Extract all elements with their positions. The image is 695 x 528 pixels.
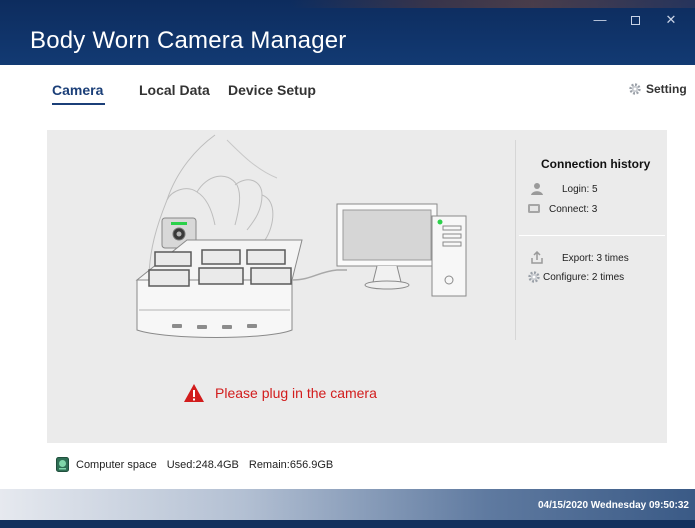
disk-space: Computer space Used:248.4GB Remain:656.9… [56, 457, 333, 472]
connect-count-row: Connect: 3 [527, 202, 597, 216]
export-count-row: Export: 3 times [530, 251, 629, 265]
close-button[interactable]: ✕ [656, 8, 686, 32]
setting-label: Setting [646, 82, 687, 96]
maximize-icon [630, 16, 640, 26]
history-divider [515, 140, 516, 340]
title-bar-accent [290, 0, 695, 8]
tab-camera-label: Camera [52, 82, 104, 98]
active-tab-indicator [52, 103, 105, 105]
configure-count: Configure: 2 times [543, 271, 625, 283]
plug-camera-text: Please plug in the camera [215, 385, 377, 401]
login-count-row: Login: 5 [530, 182, 598, 196]
status-bar: 04/15/2020 Wednesday 09:50:32 [0, 489, 695, 528]
export-count: Export: 3 times [562, 252, 629, 264]
gear-icon [528, 271, 540, 283]
connect-count: Connect: 3 [549, 203, 598, 215]
warning-icon [184, 384, 204, 402]
setting-button[interactable]: Setting [628, 82, 687, 96]
app-title: Body Worn Camera Manager [30, 27, 347, 54]
camera-panel: Connection history Login: 5 Connect: 3 E… [47, 130, 667, 443]
tab-camera[interactable]: Camera [52, 82, 105, 105]
connection-history: Connection history Login: 5 Connect: 3 E… [515, 130, 667, 443]
disk-remain: Remain:656.9GB [248, 458, 334, 471]
gear-icon [629, 83, 641, 95]
history-title: Connection history [541, 157, 651, 171]
disk-label: Computer space [76, 458, 157, 471]
history-separator [519, 235, 665, 236]
monitor-icon [528, 204, 540, 213]
plug-camera-message: Please plug in the camera [183, 383, 377, 403]
hard-drive-icon [56, 457, 69, 472]
status-datetime: 04/15/2020 Wednesday 09:50:32 [537, 500, 689, 511]
title-bar: Body Worn Camera Manager — ✕ [0, 0, 695, 65]
docking-station-illustration [135, 134, 467, 338]
login-count: Login: 5 [562, 183, 598, 195]
tab-local-data[interactable]: Local Data [139, 82, 210, 98]
maximize-button[interactable] [620, 8, 650, 32]
minimize-button[interactable]: — [585, 8, 615, 32]
disk-used: Used:248.4GB [166, 458, 239, 471]
tab-device-setup[interactable]: Device Setup [228, 82, 316, 98]
user-icon [531, 183, 543, 195]
export-icon [531, 251, 543, 264]
status-bottom-strip [0, 520, 695, 528]
configure-count-row: Configure: 2 times [527, 270, 624, 284]
